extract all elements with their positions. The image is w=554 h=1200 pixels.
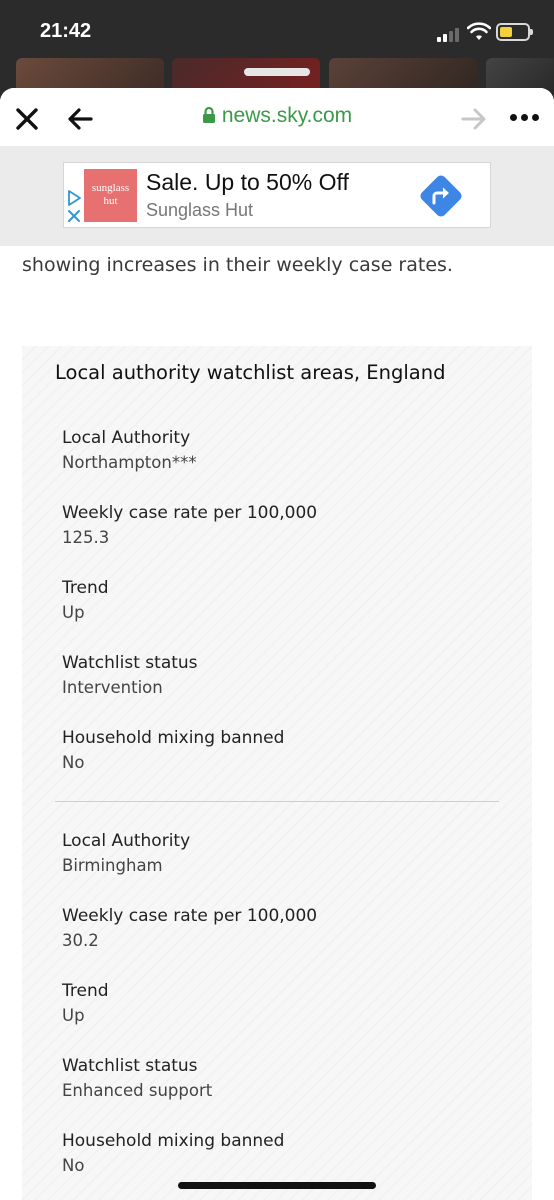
address-bar[interactable]: [180, 98, 374, 138]
ad-banner[interactable]: sunglass hut Sale. Up to 50% Off Sunglas…: [63, 162, 491, 228]
field-value: No: [62, 753, 85, 772]
ad-container: sunglass hut Sale. Up to 50% Off Sunglas…: [0, 146, 554, 246]
field-value: No: [62, 1156, 85, 1175]
field-label: Watchlist status: [62, 653, 198, 673]
field-weekly-case-rate: Weekly case rate per 100,000 30.2: [62, 906, 502, 966]
field-value: Birmingham: [62, 856, 163, 875]
status-time: 21:42: [40, 20, 92, 42]
field-label: Watchlist status: [62, 1056, 198, 1076]
field-label: Trend: [62, 578, 109, 598]
cellular-signal-icon: [437, 26, 463, 42]
record-divider: [55, 801, 499, 802]
home-indicator[interactable]: [178, 1182, 376, 1189]
field-watchlist-status: Watchlist status Enhanced support: [62, 1056, 502, 1116]
field-label: Local Authority: [62, 428, 191, 448]
field-value: 125.3: [62, 528, 110, 547]
ad-advertiser: Sunglass Hut: [146, 200, 254, 220]
arrow-right-icon: [461, 108, 486, 130]
field-label: Household mixing banned: [62, 1131, 285, 1151]
field-value: Up: [62, 603, 85, 622]
field-label: Household mixing banned: [62, 728, 285, 748]
field-value: Enhanced support: [62, 1081, 213, 1100]
sheet-grabber[interactable]: [244, 68, 310, 76]
more-horizontal-icon[interactable]: [510, 114, 542, 124]
field-label: Local Authority: [62, 831, 191, 851]
field-household-mixing: Household mixing banned No: [62, 728, 502, 788]
directions-icon[interactable]: [416, 171, 466, 221]
field-trend: Trend Up: [62, 981, 502, 1041]
field-value: Up: [62, 1006, 85, 1025]
field-label: Weekly case rate per 100,000: [62, 906, 318, 926]
field-local-authority: Local Authority Northampton***: [62, 428, 502, 488]
field-value: 30.2: [62, 931, 99, 950]
field-weekly-case-rate: Weekly case rate per 100,000 125.3: [62, 503, 502, 563]
field-label: Trend: [62, 981, 109, 1001]
browser-toolbar: news.sky.com: [0, 88, 554, 146]
field-local-authority: Local Authority Birmingham: [62, 831, 502, 891]
status-bar: 21:42: [0, 0, 554, 108]
watchlist-table: Local authority watchlist areas, England…: [22, 346, 532, 1200]
ad-choices-icon[interactable]: [66, 189, 82, 225]
field-label: Weekly case rate per 100,000: [62, 503, 318, 523]
field-value: Northampton***: [62, 453, 197, 472]
arrow-left-icon[interactable]: [66, 106, 94, 132]
ad-headline[interactable]: Sale. Up to 50% Off: [146, 169, 349, 196]
close-icon[interactable]: [14, 106, 40, 132]
article-paragraph: showing increases in their weekly case r…: [22, 254, 453, 276]
wifi-icon: [467, 22, 491, 40]
ad-brand-logo: sunglass hut: [84, 169, 137, 222]
browser-sheet: news.sky.com sunglass hut Sale. Up to 50…: [0, 88, 554, 1200]
battery-icon: [496, 23, 533, 41]
field-trend: Trend Up: [62, 578, 502, 638]
field-watchlist-status: Watchlist status Intervention: [62, 653, 502, 713]
table-title: Local authority watchlist areas, England: [55, 361, 446, 384]
field-value: Intervention: [62, 678, 163, 697]
